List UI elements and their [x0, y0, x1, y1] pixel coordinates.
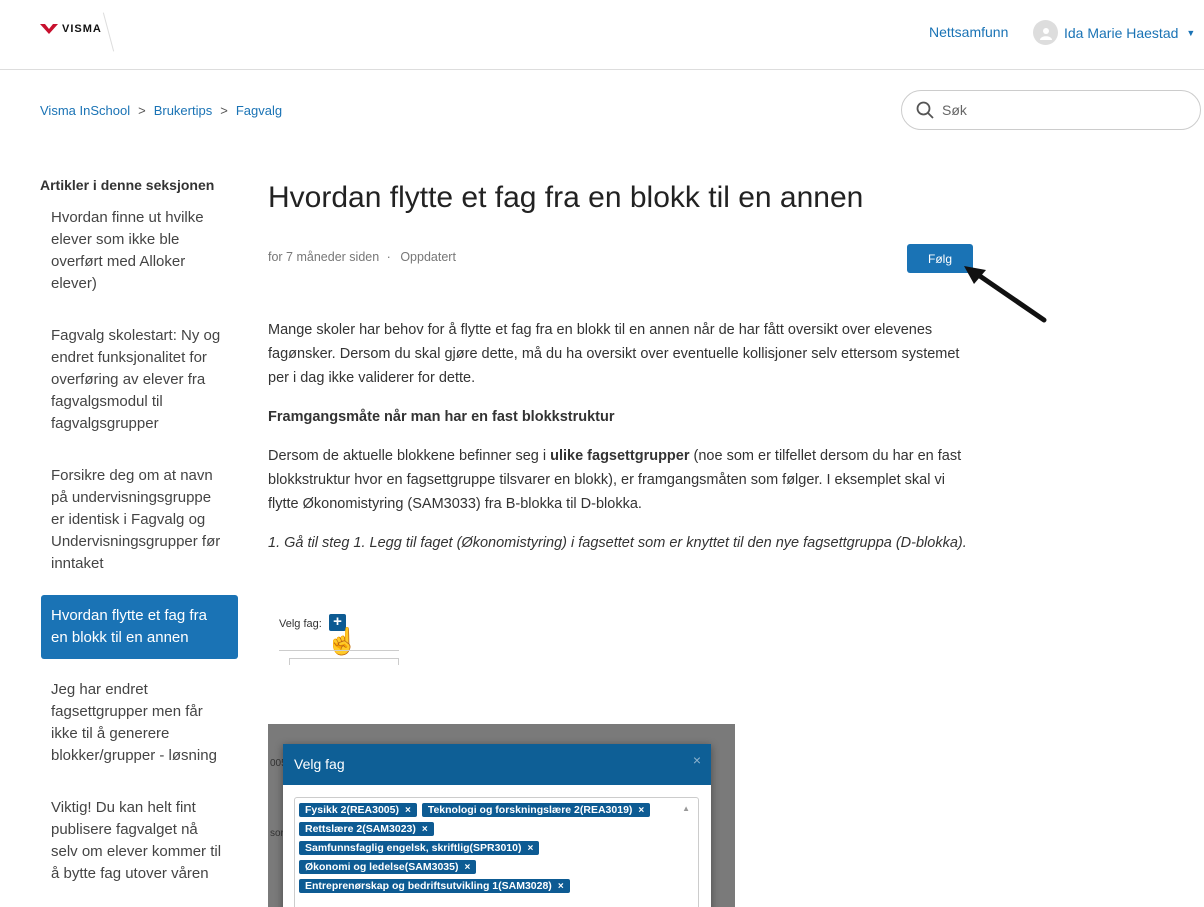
breadcrumb-item-tips[interactable]: Brukertips — [154, 103, 213, 118]
sidebar-item[interactable]: Viktig! Du kan helt fint publisere fagva… — [41, 797, 238, 885]
hand-cursor-icon: ☝ — [326, 626, 359, 656]
sidebar-title: Artikler i denne seksjonen — [40, 177, 215, 193]
modal-header: Velg fag × — [283, 744, 711, 785]
article-updated: Oppdatert — [400, 250, 456, 264]
user-name: Ida Marie Haestad — [1064, 24, 1179, 41]
divider — [279, 650, 399, 651]
chip-row: Rettslære 2(SAM3023) × — [299, 822, 694, 836]
page-title: Hvordan flytte et fag fra en blokk til e… — [268, 181, 864, 214]
chip-select: ▲ Fysikk 2(REA3005) × Teknologi og forskn… — [294, 797, 699, 907]
breadcrumb: Visma InSchool > Brukertips > Fagvalg — [40, 103, 282, 118]
annotation-arrow-icon — [964, 266, 1047, 323]
remove-icon: × — [527, 843, 534, 854]
chip-row: Fysikk 2(REA3005) × Teknologi og forsknin… — [299, 803, 694, 817]
remove-icon: × — [404, 805, 411, 816]
paragraph-text: Dersom de aktuelle blokkene befinner seg… — [268, 448, 551, 464]
chip-row: Samfunnsfaglig engelsk, skriftlig(SPR301… — [299, 841, 694, 855]
breadcrumb-separator: > — [220, 103, 228, 118]
scroll-up-icon: ▲ — [682, 804, 690, 813]
user-icon — [1039, 27, 1052, 40]
sidebar-item[interactable]: Forsikre deg om at navn på undervisnings… — [41, 465, 238, 575]
close-icon: × — [692, 752, 701, 768]
input-box — [289, 658, 399, 665]
subject-chip: Teknologi og forskningslære 2(REA3019) × — [421, 803, 651, 817]
sidebar-item[interactable]: Fagvalg skolestart: Ny og endret funksjo… — [41, 325, 238, 435]
velg-fag-label: Velg fag: — [279, 618, 322, 630]
article-time: for 7 måneder siden — [268, 250, 380, 264]
article-subheading: Framgangsmåte når man har en fast blokks… — [268, 409, 615, 425]
article-paragraph: Dersom de aktuelle blokkene befinner seg… — [268, 444, 968, 516]
visma-logo-icon — [40, 24, 58, 34]
brand-name: VISMA — [62, 23, 102, 35]
breadcrumb-item-fagvalg[interactable]: Fagvalg — [236, 103, 282, 118]
remove-icon: × — [421, 824, 428, 835]
user-menu[interactable]: Ida Marie Haestad ▼ — [1033, 20, 1195, 45]
search-input[interactable] — [942, 102, 1182, 118]
subject-chip: Samfunnsfaglig engelsk, skriftlig(SPR301… — [299, 841, 540, 855]
remove-icon: × — [464, 862, 471, 873]
sidebar-item-active[interactable]: Hvordan flytte et fag fra en blokk til e… — [41, 595, 238, 659]
background-text: sor — [270, 828, 284, 839]
subject-chip: Rettslære 2(SAM3023) × — [299, 822, 434, 836]
modal: Velg fag × ▲ Fysikk 2(REA3005) × Teknolog… — [283, 744, 711, 907]
nav-link-community[interactable]: Nettsamfunn — [929, 24, 1008, 40]
site-header: VISMA Nettsamfunn Ida Marie Haestad ▼ — [0, 0, 1204, 70]
header-divider — [102, 12, 115, 52]
search-box[interactable] — [901, 90, 1201, 130]
screenshot-velg-fag-modal: 005 sor Velg fag × ▲ Fysikk 2(REA3005) × … — [268, 724, 735, 907]
breadcrumb-separator: > — [138, 103, 146, 118]
screenshot-velg-fag: Velg fag: + ☝ — [268, 600, 408, 665]
paragraph-bold: ulike fagsettgrupper — [550, 448, 690, 464]
breadcrumb-item-home[interactable]: Visma InSchool — [40, 103, 130, 118]
sidebar-item[interactable]: Jeg har endret fagsettgrupper men får ik… — [41, 679, 238, 767]
chevron-down-icon: ▼ — [1186, 27, 1196, 38]
article-step: 1. Gå til steg 1. Legg til faget (Økonom… — [268, 535, 967, 551]
article-paragraph: Mange skoler har behov for å flytte et f… — [268, 322, 960, 386]
visma-logo[interactable]: VISMA — [40, 22, 102, 36]
chip-row: Entreprenørskap og bedriftsutvikling 1(S… — [299, 879, 694, 893]
subject-chip: Entreprenørskap og bedriftsutvikling 1(S… — [299, 879, 570, 893]
subject-chip: Fysikk 2(REA3005) × — [299, 803, 417, 817]
remove-icon: × — [638, 805, 645, 816]
article-meta: for 7 måneder siden · Oppdatert — [268, 250, 456, 264]
remove-icon: × — [557, 881, 564, 892]
sidebar-item[interactable]: Hvordan finne ut hvilke elever som ikke … — [41, 207, 238, 295]
search-icon — [916, 101, 934, 119]
avatar — [1033, 20, 1058, 45]
meta-separator: · — [386, 250, 391, 264]
chip-row: Økonomi og ledelse(SAM3035) × — [299, 860, 694, 874]
subject-chip: Økonomi og ledelse(SAM3035) × — [299, 860, 477, 874]
modal-title: Velg fag — [294, 756, 345, 772]
